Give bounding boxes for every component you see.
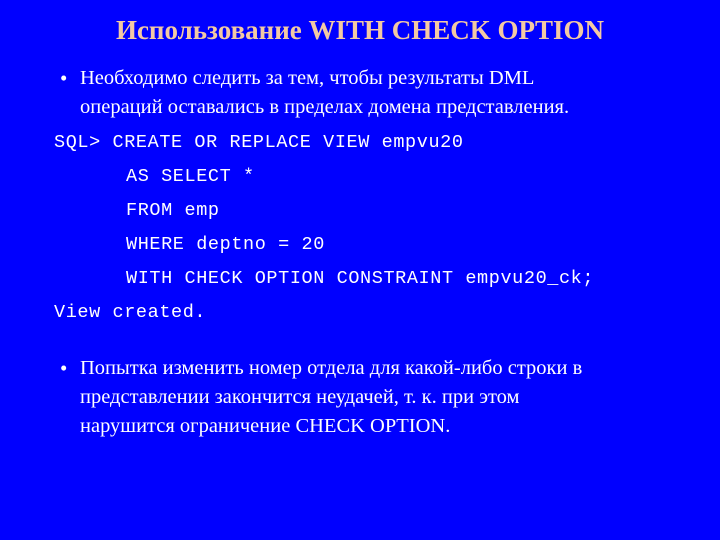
- code-line: FROM emp: [126, 200, 220, 221]
- bullet-item-2: • Попытка изменить номер отдела для како…: [0, 354, 720, 441]
- bullet-marker-icon: •: [60, 356, 68, 380]
- bullet-line: операций оставались в пределах домена пр…: [80, 96, 570, 118]
- code-line: AS SELECT *: [126, 166, 255, 187]
- presentation-slide: Использование WITH CHECK OPTION • Необхо…: [0, 0, 720, 540]
- slide-title: Использование WITH CHECK OPTION: [115, 15, 605, 45]
- bullet-line: Попытка изменить номер отдела для какой-…: [80, 357, 583, 379]
- code-line-output: View created.: [54, 302, 207, 323]
- code-line: SQL> CREATE OR REPLACE VIEW empvu20: [54, 132, 464, 153]
- bullet-marker-icon: •: [60, 66, 68, 90]
- bullet-line: Необходимо следить за тем, чтобы результ…: [80, 67, 535, 89]
- slide-body: • Необходимо следить за тем, чтобы резул…: [0, 64, 720, 441]
- sql-code-block: SQL> CREATE OR REPLACE VIEW empvu20 AS S…: [0, 126, 720, 330]
- code-line: WITH CHECK OPTION CONSTRAINT empvu20_ck;: [126, 268, 595, 289]
- code-line: WHERE deptno = 20: [126, 234, 325, 255]
- bullet-line: нарушится ограничение CHECK OPTION.: [80, 415, 451, 437]
- bullet-item-1: • Необходимо следить за тем, чтобы резул…: [0, 64, 720, 122]
- bullet-line: представлении закончится неудачей, т. к.…: [80, 386, 520, 408]
